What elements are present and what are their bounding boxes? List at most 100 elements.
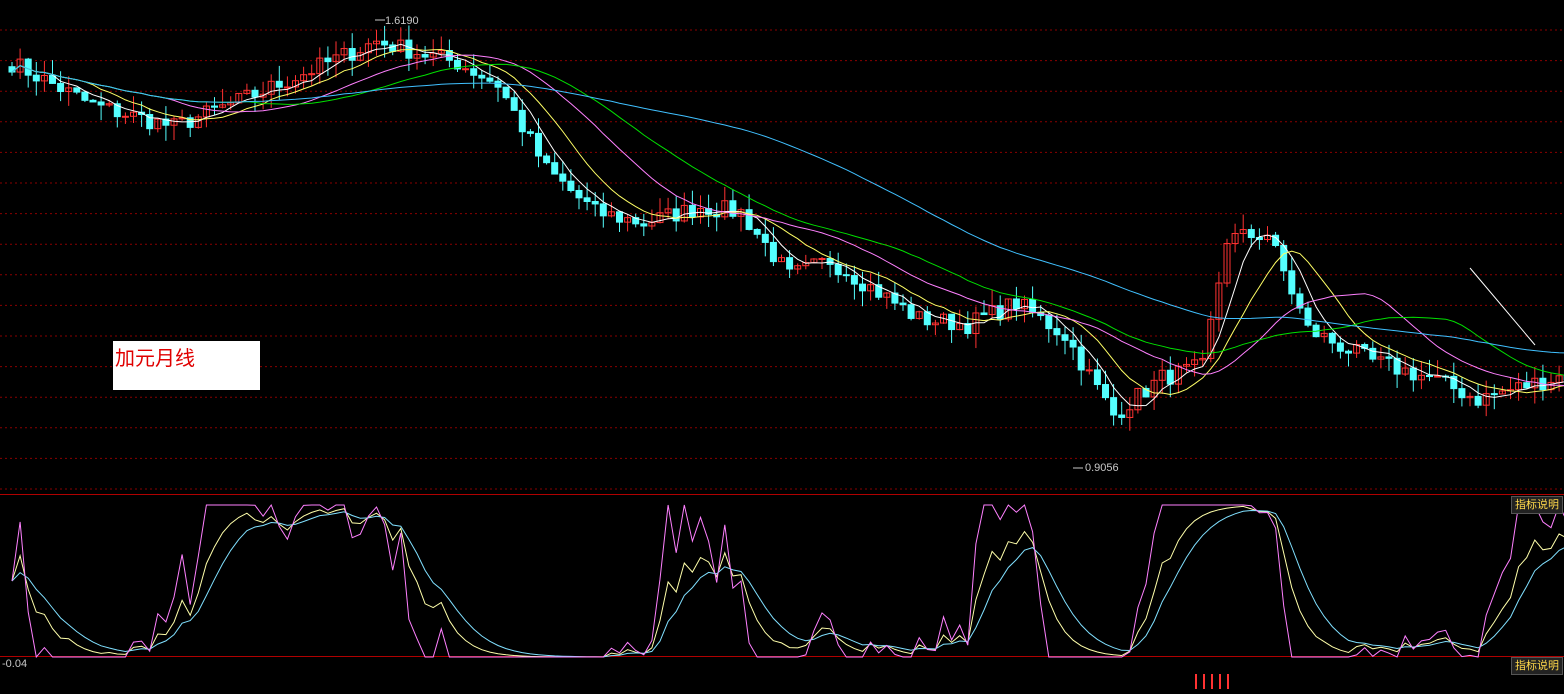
candle-body: [859, 283, 866, 292]
candle-body: [818, 258, 826, 261]
candle-body: [478, 74, 486, 79]
indicator-explain-button[interactable]: 指标说明: [1511, 496, 1563, 514]
candle-body: [97, 101, 105, 106]
candle-body: [518, 109, 526, 133]
candle-body: [551, 162, 559, 175]
candle-body: [510, 97, 518, 111]
candle-body: [486, 77, 494, 82]
candle-body: [1166, 369, 1174, 385]
candle-body: [348, 48, 356, 61]
candle-body: [275, 80, 283, 88]
candle-body: [850, 275, 858, 285]
candle-body: [24, 58, 32, 76]
candle-body: [1069, 339, 1077, 348]
volume-bar: [1203, 674, 1205, 689]
candle-body: [1304, 307, 1312, 326]
candle-body: [324, 57, 332, 63]
candle-body: [470, 68, 478, 76]
candle-body: [948, 313, 956, 331]
candle-body: [761, 233, 769, 243]
candle-body: [769, 241, 777, 263]
candle-body: [57, 82, 65, 93]
candle-body: [1458, 388, 1466, 399]
candle-body: [672, 208, 680, 222]
candle-body: [899, 302, 907, 306]
low-price-label: 0.9056: [1085, 462, 1119, 474]
candle-body: [745, 209, 753, 230]
chart-stage: 加元月线 1.6190 0.9056 指标说明 -0.04 指标说明: [0, 0, 1564, 689]
volume-bar: [1211, 674, 1213, 689]
candle-body: [559, 173, 567, 182]
candle-body: [381, 40, 389, 46]
volume-bar: [1227, 674, 1229, 689]
candle-body: [729, 200, 737, 217]
candle-body: [526, 131, 534, 134]
candle-body: [1077, 346, 1085, 371]
candle-body: [1093, 369, 1101, 386]
candle-body: [688, 204, 696, 218]
candle-body: [73, 87, 81, 93]
ma-60-line: [11, 65, 1564, 354]
candle-body: [1426, 374, 1433, 378]
candle-body: [907, 304, 915, 319]
candle-body: [8, 66, 16, 73]
candle-body: [575, 189, 583, 199]
candle-body: [826, 258, 834, 265]
candle-body: [81, 91, 89, 101]
chart-callout-box: 加元月线: [113, 341, 260, 390]
candle-body: [753, 228, 761, 235]
candle-body: [1247, 229, 1255, 239]
candle-body: [32, 74, 40, 82]
candle-body: [1345, 350, 1352, 354]
candle-body: [834, 263, 842, 276]
candle-body: [1118, 414, 1126, 418]
candle-body: [616, 211, 623, 223]
indicator-axis-value: -0.04: [2, 658, 28, 670]
candle-body: [567, 180, 575, 191]
candle-body: [1085, 369, 1093, 372]
candle-body: [1328, 332, 1336, 344]
candle-body: [1434, 375, 1442, 378]
kdj-j-line: [11, 503, 1564, 659]
candle-body: [842, 274, 850, 277]
candle-body: [502, 86, 510, 99]
candle-body: [1490, 393, 1498, 396]
candle-body: [1523, 382, 1531, 389]
candle-body: [211, 105, 218, 108]
high-price-label: 1.6190: [385, 15, 419, 27]
candle-body: [583, 197, 591, 202]
candle-body: [283, 86, 291, 89]
candle-body: [1053, 328, 1061, 336]
candle-body: [786, 257, 794, 270]
candle-body: [1385, 356, 1393, 359]
callout-label: 加元月线: [115, 348, 195, 370]
candle-body: [980, 312, 988, 316]
candle-body: [1012, 298, 1020, 310]
candle-body: [535, 132, 542, 157]
candle-body: [421, 54, 429, 58]
volume-bar: [1219, 674, 1221, 689]
candle-body: [462, 68, 470, 71]
candle-body: [1029, 298, 1037, 313]
kdj-d-line: [11, 509, 1564, 658]
candle-body: [494, 80, 502, 88]
candle-body: [251, 89, 259, 98]
volume-bar: [1195, 674, 1197, 689]
annotation-line: [1469, 267, 1536, 346]
candle-body: [1336, 342, 1344, 352]
candle-body: [543, 155, 551, 164]
candle-body: [1110, 397, 1118, 416]
candle-body: [1409, 367, 1417, 381]
volume-explain-button[interactable]: 指标说明: [1511, 657, 1563, 675]
candle-body: [1045, 315, 1053, 330]
candle-body: [1474, 395, 1482, 406]
candle-body: [640, 223, 648, 227]
candle-body: [1288, 270, 1296, 295]
candle-body: [1061, 334, 1069, 341]
kdj-k-line: [11, 505, 1564, 658]
candle-body: [591, 200, 599, 205]
candle-body: [89, 99, 97, 103]
candle-body: [599, 203, 607, 217]
candle-body: [1102, 384, 1109, 399]
candle-body: [121, 115, 129, 118]
